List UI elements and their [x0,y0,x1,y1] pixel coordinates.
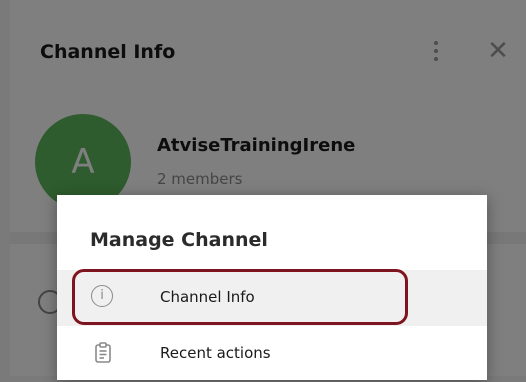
selection-highlight [72,269,408,325]
menu-item-recent-actions[interactable]: Recent actions [57,326,487,382]
menu-title: Manage Channel [90,229,268,251]
clipboard-icon [91,341,115,365]
menu-item-label: Recent actions [160,344,271,362]
